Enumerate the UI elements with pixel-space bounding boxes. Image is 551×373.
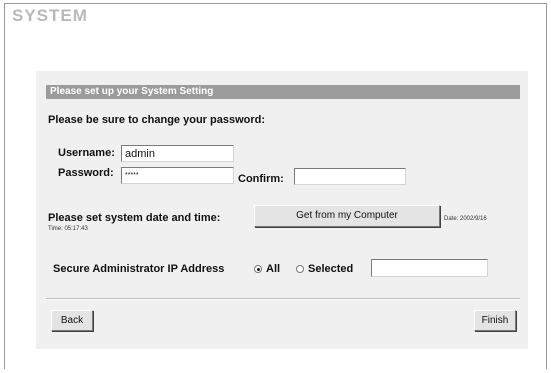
confirm-input[interactable] bbox=[294, 168, 406, 185]
password-input[interactable] bbox=[121, 167, 234, 184]
username-input[interactable] bbox=[121, 145, 234, 162]
get-from-computer-button[interactable]: Get from my Computer bbox=[254, 205, 440, 227]
back-button[interactable]: Back bbox=[51, 310, 93, 331]
radio-all[interactable] bbox=[254, 265, 262, 273]
radio-all-label: All bbox=[266, 263, 281, 275]
page-title: SYSTEM bbox=[12, 6, 88, 25]
password-heading: Please be sure to change your password: bbox=[48, 114, 266, 126]
radio-selected-label: Selected bbox=[308, 263, 354, 275]
separator-line bbox=[46, 298, 520, 300]
radio-selected[interactable] bbox=[296, 265, 304, 273]
date-text: Date: 2002/9/16 bbox=[444, 216, 487, 222]
ip-address-input[interactable] bbox=[371, 259, 488, 277]
section-header: Please set up your System Setting bbox=[46, 85, 520, 99]
ip-label: Secure Administrator IP Address bbox=[53, 263, 225, 275]
username-label: Username: bbox=[58, 147, 115, 159]
password-label: Password: bbox=[58, 167, 114, 179]
datetime-heading: Please set system date and time: bbox=[48, 212, 221, 224]
confirm-label: Confirm: bbox=[238, 173, 284, 185]
finish-button[interactable]: Finish bbox=[474, 310, 516, 331]
time-text: Time: 05:17:43 bbox=[48, 226, 88, 232]
